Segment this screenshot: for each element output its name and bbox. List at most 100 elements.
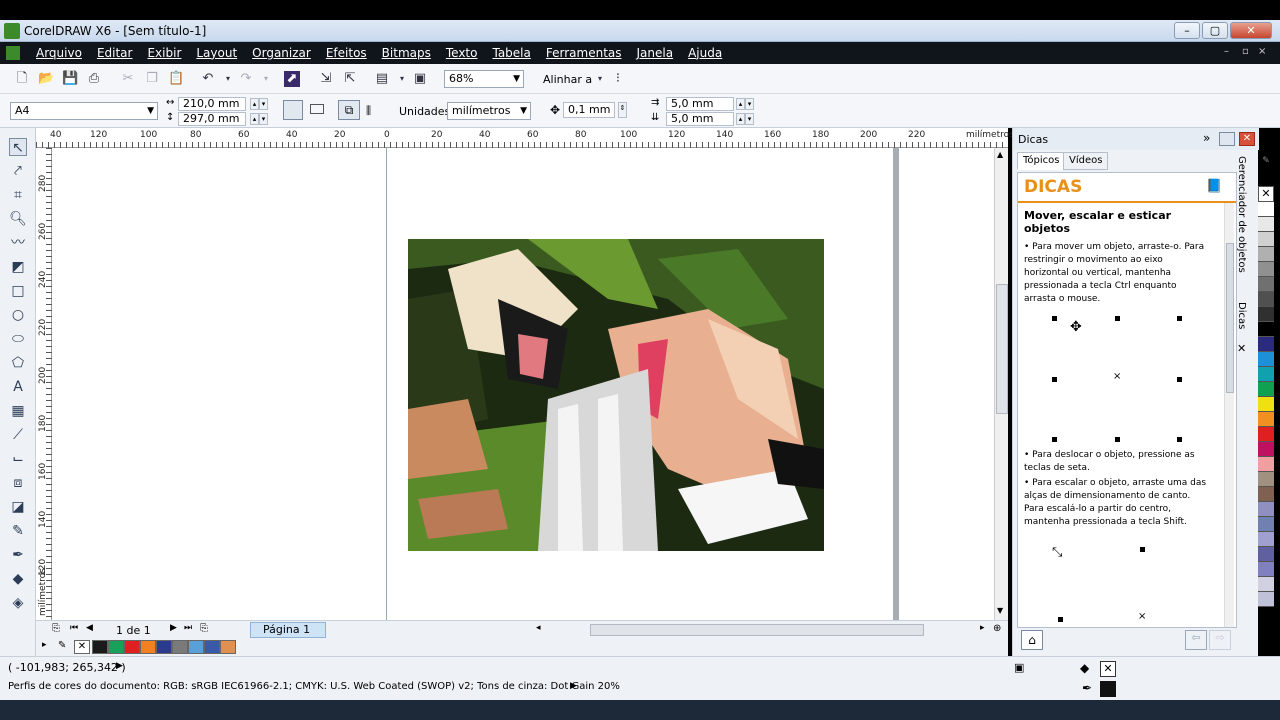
blend-tool-icon[interactable]: ⧈ — [9, 474, 27, 492]
nudge-spin-button[interactable]: ⇕ — [618, 102, 627, 118]
prev-page-icon[interactable]: ◀ — [86, 623, 93, 633]
width-spin-button[interactable]: ▴ — [250, 98, 259, 110]
color-swatch[interactable] — [92, 640, 108, 654]
last-page-icon[interactable]: ⏭ — [184, 623, 192, 633]
palette-menu-icon[interactable]: ▸ — [42, 640, 47, 650]
color-swatch[interactable] — [1258, 472, 1274, 487]
height-spin-button[interactable]: ▴ — [250, 113, 259, 125]
crop-tool-icon[interactable]: ⌗ — [9, 186, 27, 204]
color-swatch[interactable] — [1258, 247, 1274, 262]
menu-editar[interactable]: Editar — [97, 46, 133, 60]
color-swatch[interactable] — [1258, 292, 1274, 307]
copy-icon[interactable]: ❐ — [144, 71, 160, 87]
color-swatch[interactable] — [188, 640, 204, 654]
color-swatch[interactable] — [1258, 277, 1274, 292]
color-swatch[interactable] — [1258, 547, 1274, 562]
color-swatch[interactable] — [1258, 217, 1274, 232]
scroll-right-icon[interactable]: ▸ — [980, 623, 985, 633]
color-swatch[interactable] — [1258, 232, 1274, 247]
smart-fill-tool-icon[interactable]: ◩ — [9, 258, 27, 276]
print-icon[interactable]: ⎙ — [86, 71, 102, 87]
color-swatch[interactable] — [220, 640, 236, 654]
color-swatch[interactable] — [1258, 322, 1274, 337]
add-page-before-icon[interactable]: ⎘ — [52, 623, 60, 634]
back-icon[interactable]: ⇦ — [1185, 630, 1207, 650]
document-info-icon[interactable]: ▣ — [1014, 661, 1024, 674]
dimension-tool-icon[interactable]: ⟋ — [9, 426, 27, 444]
color-swatch[interactable] — [1258, 532, 1274, 547]
menu-exibir[interactable]: Exibir — [147, 46, 181, 60]
color-swatch[interactable] — [1258, 397, 1274, 412]
dup-x-spin-button-down[interactable]: ▾ — [745, 98, 754, 110]
expand-icon[interactable]: » — [1203, 131, 1210, 145]
no-color-swatch[interactable]: ✕ — [1258, 186, 1274, 202]
book-icon[interactable]: 📘 — [1206, 179, 1222, 194]
menu-bitmaps[interactable]: Bitmaps — [382, 46, 431, 60]
color-swatch[interactable] — [1258, 487, 1274, 502]
color-swatch[interactable] — [1258, 412, 1274, 427]
color-swatch[interactable] — [1258, 562, 1274, 577]
page-height-input[interactable]: 297,0 mm — [178, 112, 246, 126]
tab-topicos[interactable]: Tópicos — [1017, 152, 1066, 170]
align-to-label[interactable]: Alinhar a — [543, 73, 592, 86]
outline-pen-icon[interactable]: ✒ — [1082, 681, 1092, 695]
scroll-up-icon[interactable]: ▲ — [997, 150, 1003, 159]
nudge-distance-input[interactable]: 0,1 mm — [563, 102, 615, 118]
connector-tool-icon[interactable]: ⌙ — [9, 450, 27, 468]
paste-icon[interactable]: 📋 — [168, 71, 184, 87]
save-icon[interactable]: 💾 — [62, 71, 78, 87]
ellipse-tool-icon[interactable]: ○ — [9, 306, 27, 324]
menu-efeitos[interactable]: Efeitos — [326, 46, 367, 60]
undo-dropdown-icon[interactable]: ▾ — [220, 71, 236, 87]
fill-bucket-icon[interactable]: ◆ — [1080, 661, 1089, 675]
color-swatch[interactable] — [156, 640, 172, 654]
options-icon[interactable]: ⁝ — [610, 71, 626, 87]
docker-close-button[interactable]: ✕ — [1239, 132, 1255, 146]
import-icon[interactable]: ⇲ — [318, 71, 334, 87]
color-swatch[interactable] — [108, 640, 124, 654]
rectangle-tool-icon[interactable]: □ — [9, 282, 27, 300]
first-page-icon[interactable]: ⏮ — [70, 623, 78, 633]
color-swatch[interactable] — [124, 640, 140, 654]
menu-ajuda[interactable]: Ajuda — [688, 46, 722, 60]
width-spin-button-down[interactable]: ▾ — [259, 98, 268, 110]
shape-tool-icon[interactable]: ⤤ — [9, 162, 27, 180]
vertical-scrollbar[interactable]: ▲ ▼ — [994, 148, 1008, 620]
redo-icon[interactable]: ↷ — [238, 71, 254, 87]
current-page-button[interactable]: ⫼ — [366, 104, 371, 118]
color-swatch[interactable] — [172, 640, 188, 654]
eyedropper-tool-icon[interactable]: ✎ — [9, 522, 27, 540]
table-tool-icon[interactable]: ▦ — [9, 402, 27, 420]
scroll-down-icon[interactable]: ▼ — [997, 606, 1003, 615]
color-swatch[interactable] — [1258, 352, 1274, 367]
pick-tool-icon[interactable]: ↖ — [9, 138, 27, 156]
tab-object-manager[interactable]: Gerenciador de objetos — [1236, 156, 1247, 273]
new-document-icon[interactable]: 🗋 — [14, 71, 30, 87]
text-tool-icon[interactable]: A — [9, 378, 27, 396]
application-launcher-icon[interactable]: ▾ — [394, 71, 410, 87]
no-color-swatch[interactable]: ✕ — [74, 640, 90, 654]
redo-dropdown-icon[interactable]: ▾ — [258, 71, 274, 87]
bitmap-image[interactable] — [408, 239, 824, 551]
tab-videos[interactable]: Vídeos — [1063, 152, 1109, 170]
menu-ferramentas[interactable]: Ferramentas — [546, 46, 622, 60]
menu-arquivo[interactable]: Arquivo — [36, 46, 82, 60]
page-width-input[interactable]: 210,0 mm — [178, 97, 246, 111]
duplicate-x-input[interactable]: 5,0 mm — [666, 97, 734, 111]
palette-scroll-down-icon[interactable]: ▼ — [1260, 632, 1267, 642]
menu-layout[interactable]: Layout — [196, 46, 237, 60]
color-swatch[interactable] — [1258, 517, 1274, 532]
mdi-close-button[interactable]: × — [1258, 46, 1266, 57]
chevron-right-icon[interactable]: ▶ — [570, 681, 577, 691]
menu-organizar[interactable]: Organizar — [252, 46, 311, 60]
tab-hints[interactable]: Dicas — [1236, 302, 1247, 329]
mdi-minimize-button[interactable]: – — [1224, 46, 1229, 57]
color-swatch[interactable] — [1258, 457, 1274, 472]
next-page-icon[interactable]: ▶ — [170, 623, 177, 633]
outline-pen-tool-icon[interactable]: ✒ — [9, 546, 27, 564]
color-swatch[interactable] — [140, 640, 156, 654]
export-icon[interactable]: ⇱ — [342, 71, 358, 87]
menu-janela[interactable]: Janela — [637, 46, 674, 60]
fill-tool-icon[interactable]: ◆ — [9, 570, 27, 588]
duplicate-y-input[interactable]: 5,0 mm — [666, 112, 734, 126]
